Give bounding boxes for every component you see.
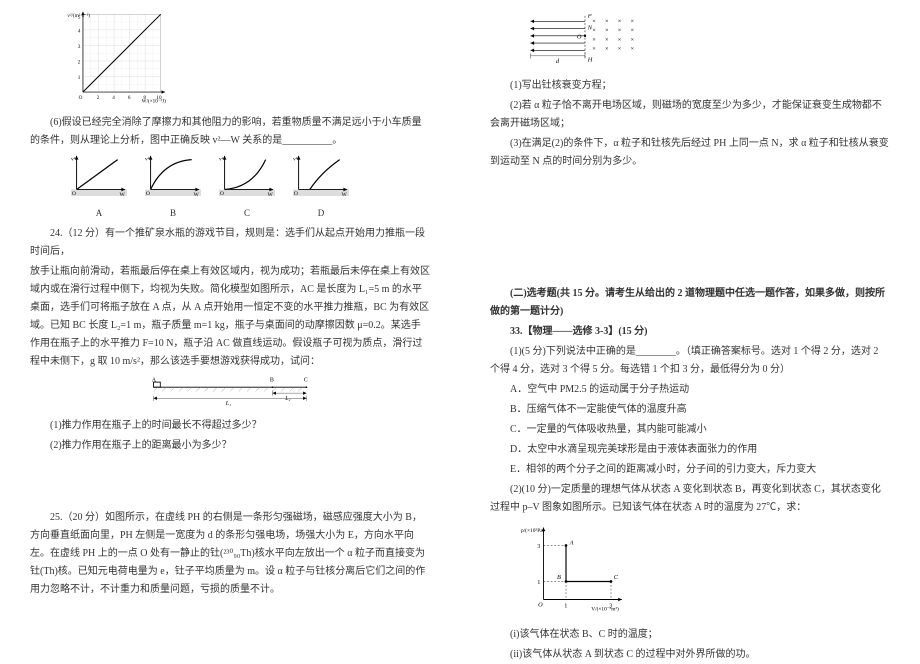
svg-text:O: O	[146, 191, 150, 196]
svg-text:d: d	[556, 58, 560, 64]
question-25-3: (3)在满足(2)的条件下，α 粒子和钍核先后经过 PH 上同一点 N，求 α …	[490, 135, 890, 171]
option-a: v² W O A	[70, 154, 128, 221]
svg-text:v²: v²	[145, 157, 150, 163]
question-24-head: 24.（12 分）有一个推矿泉水瓶的游戏节目，规则是：选手们从起点开始用力推瓶一…	[30, 225, 430, 261]
svg-text:×: ×	[605, 27, 609, 34]
svg-text:×: ×	[592, 27, 596, 34]
svg-text:p/(×10⁵Pa): p/(×10⁵Pa)	[521, 527, 545, 534]
svg-text:O: O	[220, 191, 224, 196]
right-column: × × × × × × × × × × × × × × × × P N O H d (1)写出钍核衰变方…	[460, 0, 920, 651]
option-d-text: D．太空中水滴呈现完美球形是由于液体表面张力的作用	[490, 441, 890, 459]
svg-text:N: N	[587, 24, 593, 31]
pnh-diagram: × × × × × × × × × × × × × × × × P N O H d	[520, 14, 650, 64]
svg-text:L₁: L₁	[225, 401, 231, 407]
svg-text:P: P	[587, 14, 592, 20]
svg-text:A: A	[152, 377, 157, 383]
svg-text:v²: v²	[293, 157, 298, 163]
svg-text:6: 6	[128, 95, 131, 101]
question-33-2-head: (2)(10 分)一定质量的理想气体从状态 A 变化到状态 B，再变化到状态 C…	[490, 481, 890, 517]
question-33-2-i: (i)该气体在状态 B、C 时的温度；	[490, 626, 890, 644]
svg-text:10: 10	[156, 95, 162, 101]
svg-text:A: A	[569, 540, 574, 547]
svg-text:W: W	[194, 192, 200, 196]
option-b-text: B．压缩气体不一定能使气体的温度升高	[490, 401, 890, 419]
svg-text:W: W	[120, 192, 126, 196]
svg-text:L₂: L₂	[284, 396, 290, 402]
svg-text:×: ×	[618, 36, 622, 43]
option-e-text: E．相邻的两个分子之间的距离减小时，分子间的引力变大，斥力变大	[490, 461, 890, 479]
pv-diagram: p/(×10⁵Pa) V/(×10⁻³m³) 3 1 1 3 O A B C	[520, 523, 630, 613]
question-25-2: (2)若 α 粒子恰不离开电场区域，则磁场的宽度至少为多少，才能保证衰变生成物都…	[490, 97, 890, 133]
svg-text:1: 1	[564, 603, 567, 610]
option-c-text: C．一定量的气体吸收热量，其内能可能减小	[490, 421, 890, 439]
question-24-1: (1)推力作用在瓶子上的时间最长不得超过多少？	[30, 417, 430, 435]
svg-text:O: O	[577, 34, 582, 41]
svg-text:3: 3	[78, 44, 81, 50]
svg-text:×: ×	[630, 36, 634, 43]
svg-text:1: 1	[537, 579, 540, 586]
svg-text:C: C	[614, 574, 619, 581]
ac-diagram: A B C L₁ L₂	[140, 377, 320, 411]
svg-text:1: 1	[78, 75, 81, 81]
svg-text:V/(×10⁻³m³): V/(×10⁻³m³)	[591, 605, 619, 612]
svg-text:C: C	[304, 377, 308, 383]
svg-text:×: ×	[605, 45, 609, 52]
left-column: v²/(m²·s⁻²) W/(×10⁻²J) O 2 4 6 8 10 1 2 …	[0, 0, 460, 651]
svg-text:5: 5	[78, 15, 81, 21]
question-33-1-head: (1)(5 分)下列说法中正确的是________。（填正确答案标号。选对 1 …	[490, 343, 890, 379]
svg-text:×: ×	[630, 27, 634, 34]
option-d-label: D	[292, 205, 350, 221]
option-b: v² W O B	[144, 154, 202, 221]
svg-text:v²: v²	[219, 157, 224, 163]
svg-text:O: O	[72, 191, 76, 196]
question-24-body: 放手让瓶向前滑动，若瓶最后停在桌上有效区域内，视为成功；若瓶最后未停在桌上有效区…	[30, 263, 430, 371]
section-2-head: (二)选考题(共 15 分。请考生从给出的 2 道物理题中任选一题作答，如果多做…	[490, 285, 890, 321]
question-33-head: 33.【物理——选修 3-3】(15 分)	[490, 323, 890, 341]
svg-text:O: O	[79, 95, 83, 101]
svg-text:W: W	[342, 192, 348, 196]
svg-text:×: ×	[605, 36, 609, 43]
svg-text:B: B	[270, 377, 274, 383]
question-6: (6)假设已经完全消除了摩擦力和其他阻力的影响，若重物质量不满足远小于小车质量的…	[30, 114, 430, 150]
svg-text:×: ×	[592, 36, 596, 43]
question-33-2-ii: (ii)该气体从状态 A 到状态 C 的过程中对外界所做的功。	[490, 646, 890, 664]
svg-text:×: ×	[618, 18, 622, 25]
svg-text:8: 8	[143, 95, 146, 101]
svg-text:v²: v²	[71, 157, 76, 163]
svg-text:B: B	[557, 574, 561, 581]
svg-text:2: 2	[97, 95, 100, 101]
svg-text:4: 4	[78, 28, 81, 34]
svg-text:×: ×	[592, 18, 596, 25]
option-c-label: C	[218, 205, 276, 221]
svg-text:×: ×	[605, 18, 609, 25]
question-24-2: (2)推力作用在瓶子上的距离最小为多少？	[30, 437, 430, 455]
option-graphs: v² W O A v² W O B	[70, 154, 430, 221]
option-a-label: A	[70, 205, 128, 221]
svg-text:×: ×	[618, 27, 622, 34]
question-25-1: (1)写出钍核衰变方程；	[490, 77, 890, 95]
svg-text:H: H	[587, 56, 593, 63]
svg-text:O: O	[538, 602, 543, 609]
svg-text:×: ×	[592, 45, 596, 52]
option-a-text: A．空气中 PM2.5 的运动属于分子热运动	[490, 381, 890, 399]
svg-text:3: 3	[609, 603, 612, 610]
svg-text:×: ×	[618, 45, 622, 52]
svg-text:O: O	[294, 191, 298, 196]
svg-text:3: 3	[537, 543, 540, 550]
svg-text:W: W	[268, 192, 274, 196]
question-25-head: 25.（20 分）如图所示，在虚线 PH 的右侧是一条形匀强磁场，磁感应强度大小…	[30, 509, 430, 599]
option-d: v² W O D	[292, 154, 350, 221]
option-b-label: B	[144, 205, 202, 221]
svg-text:2: 2	[78, 60, 81, 66]
svg-text:4: 4	[112, 95, 115, 101]
svg-text:×: ×	[630, 45, 634, 52]
v2-w-graph: v²/(m²·s⁻²) W/(×10⁻²J) O 2 4 6 8 10 1 2 …	[65, 10, 170, 105]
option-c: v² W O C	[218, 154, 276, 221]
svg-text:×: ×	[630, 18, 634, 25]
